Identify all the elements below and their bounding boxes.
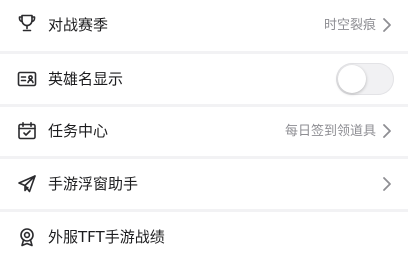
toggle-knob — [338, 65, 366, 93]
chevron-right-icon — [382, 17, 392, 33]
settings-row-tft-record[interactable]: 外服TFT手游战绩 — [0, 212, 408, 259]
settings-row-label: 手游浮窗助手 — [48, 175, 139, 193]
chevron-right-icon — [382, 123, 392, 139]
settings-row-label: 英雄名显示 — [48, 70, 124, 88]
settings-row-label: 外服TFT手游战绩 — [48, 228, 165, 246]
task-center-value: 每日签到领道具 — [284, 124, 376, 139]
chevron-right-icon — [382, 176, 392, 192]
settings-row-hero-name: 英雄名显示 — [0, 54, 408, 104]
paper-plane-icon — [17, 174, 37, 194]
settings-row-floating-assistant[interactable]: 手游浮窗助手 — [0, 159, 408, 209]
settings-row-label: 对战赛季 — [48, 16, 109, 34]
id-card-icon — [17, 69, 37, 89]
hero-name-toggle[interactable] — [336, 63, 394, 95]
settings-list: 对战赛季 时空裂痕 英雄名显示 任务中心 每日签到领道具 手游浮窗助手 外服TF… — [0, 0, 408, 259]
settings-row-season[interactable]: 对战赛季 时空裂痕 — [0, 0, 408, 51]
medal-icon — [17, 227, 37, 247]
trophy-icon — [17, 13, 37, 33]
settings-row-label: 任务中心 — [48, 122, 109, 140]
settings-row-task-center[interactable]: 任务中心 每日签到领道具 — [0, 107, 408, 156]
calendar-check-icon — [17, 121, 37, 141]
season-value: 时空裂痕 — [323, 18, 376, 33]
